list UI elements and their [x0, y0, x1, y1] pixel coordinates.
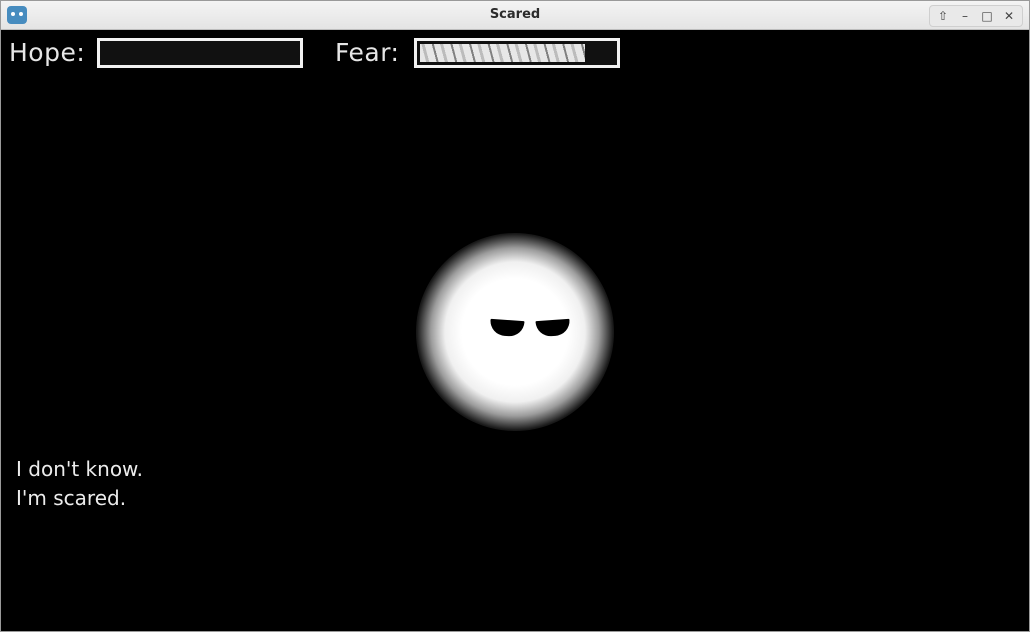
fear-bar — [414, 38, 620, 68]
hope-label: Hope: — [9, 38, 86, 67]
maximize-icon[interactable]: □ — [977, 6, 997, 26]
fear-bar-fill — [420, 44, 585, 62]
close-icon[interactable]: ✕ — [999, 6, 1019, 26]
minimize-icon[interactable]: – — [955, 6, 975, 26]
dialogue-line: I don't know. — [16, 457, 143, 481]
titlebar: Scared ⇧ – □ ✕ — [1, 1, 1029, 30]
fear-label: Fear: — [335, 38, 400, 67]
hope-bar — [97, 38, 303, 68]
game-scene: Hope: Fear: I don't know. I'm scared. — [1, 30, 1029, 631]
dialogue-line: I'm scared. — [16, 486, 127, 510]
game-window: Scared ⇧ – □ ✕ Hope: Fear: I don't know.… — [0, 0, 1030, 632]
window-title: Scared — [489, 7, 541, 22]
character-orb — [416, 233, 614, 431]
window-controls: ⇧ – □ ✕ — [929, 5, 1023, 27]
shade-icon[interactable]: ⇧ — [933, 6, 953, 26]
